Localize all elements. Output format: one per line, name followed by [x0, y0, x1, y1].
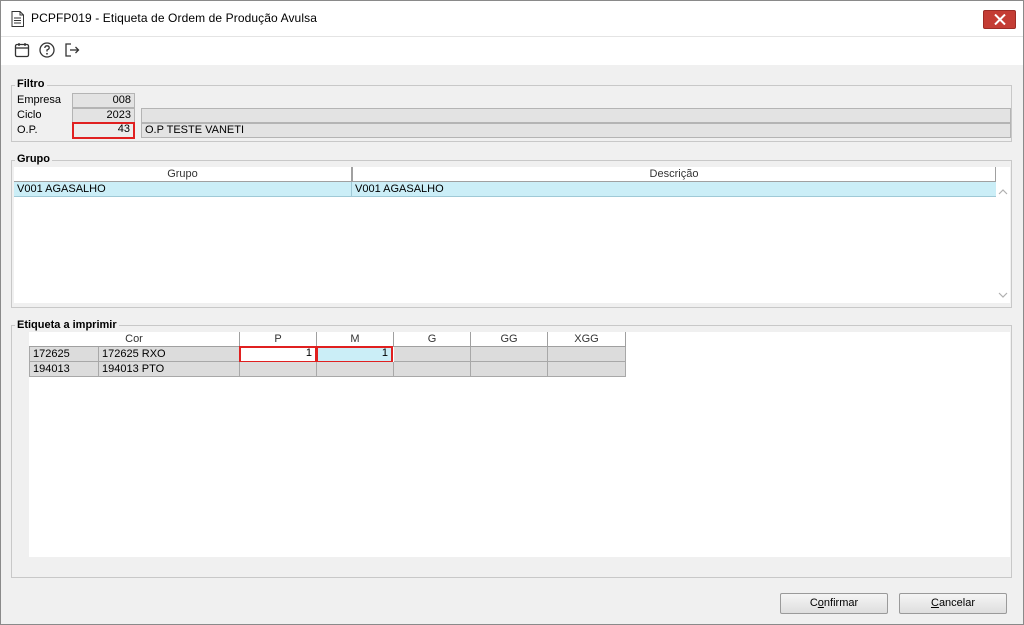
- row2-size-p-input[interactable]: [240, 362, 317, 377]
- ciclo-description: [141, 108, 1011, 123]
- grupo-cell[interactable]: V001 AGASALHO: [14, 182, 352, 197]
- window-title: PCPFP019 - Etiqueta de Ordem de Produção…: [31, 11, 317, 25]
- descricao-col-header[interactable]: Descrição: [352, 167, 996, 182]
- grupo-grid[interactable]: Grupo Descrição V001 AGASALHO V001 AGASA…: [14, 167, 1010, 303]
- cancelar-mnemonic: C: [930, 597, 939, 609]
- etiqueta-grid[interactable]: Cor P M G GG XGG 172625 172625 RXO 1 1 1…: [29, 332, 1010, 557]
- row1-size-gg-input[interactable]: [471, 347, 548, 362]
- cancelar-button[interactable]: Cancelar: [899, 593, 1007, 614]
- size-col-header-xgg[interactable]: XGG: [548, 332, 626, 347]
- empresa-field[interactable]: 008: [72, 93, 135, 108]
- toolbar: [1, 37, 1023, 65]
- document-icon: [11, 11, 24, 27]
- main-window: PCPFP019 - Etiqueta de Ordem de Produção…: [0, 0, 1024, 625]
- size-col-header-m[interactable]: M: [317, 332, 394, 347]
- title-bar: PCPFP019 - Etiqueta de Ordem de Produção…: [1, 1, 1023, 37]
- confirmar-label-post: nfirmar: [823, 597, 859, 609]
- help-icon[interactable]: [38, 41, 56, 59]
- size-col-header-gg[interactable]: GG: [471, 332, 548, 347]
- empresa-label: Empresa: [17, 94, 62, 106]
- row2-size-xgg-input[interactable]: [548, 362, 626, 377]
- op-description: O.P TESTE VANETI: [141, 123, 1011, 138]
- confirmar-button[interactable]: Confirmar: [780, 593, 888, 614]
- exit-icon[interactable]: [63, 41, 81, 59]
- cancelar-label-post: ancelar: [938, 597, 976, 609]
- row1-size-g-input[interactable]: [394, 347, 471, 362]
- calendar-icon[interactable]: [13, 41, 31, 59]
- row2-cor-cell[interactable]: 194013 PTO: [99, 362, 240, 377]
- confirmar-label-pre: C: [809, 597, 818, 609]
- close-button[interactable]: [983, 10, 1016, 29]
- row1-size-p-input[interactable]: 1: [239, 346, 317, 363]
- ciclo-field[interactable]: 2023: [72, 108, 135, 123]
- op-field[interactable]: 43: [72, 122, 135, 139]
- row1-size-m-input[interactable]: 1: [317, 346, 393, 363]
- row2-size-g-input[interactable]: [394, 362, 471, 377]
- row2-size-gg-input[interactable]: [471, 362, 548, 377]
- row2-size-m-input[interactable]: [317, 362, 394, 377]
- close-icon: [994, 14, 1006, 25]
- scroll-down-icon[interactable]: [998, 290, 1008, 298]
- size-col-header-p[interactable]: P: [240, 332, 317, 347]
- size-col-header-g[interactable]: G: [394, 332, 471, 347]
- cor-col-header[interactable]: Cor: [29, 332, 240, 347]
- row1-cor-cell[interactable]: 172625 RXO: [99, 347, 240, 362]
- etiqueta-legend: Etiqueta a imprimir: [15, 319, 119, 331]
- ciclo-label: Ciclo: [17, 109, 42, 121]
- row2-code-cell[interactable]: 194013: [29, 362, 99, 377]
- descricao-cell[interactable]: V001 AGASALHO: [352, 182, 996, 197]
- row1-size-xgg-input[interactable]: [548, 347, 626, 362]
- row1-code-cell[interactable]: 172625: [29, 347, 99, 362]
- grupo-legend: Grupo: [15, 153, 52, 165]
- grupo-col-header[interactable]: Grupo: [14, 167, 352, 182]
- scroll-up-icon[interactable]: [998, 187, 1008, 195]
- op-label: O.P.: [17, 124, 38, 136]
- filtro-legend: Filtro: [15, 78, 47, 90]
